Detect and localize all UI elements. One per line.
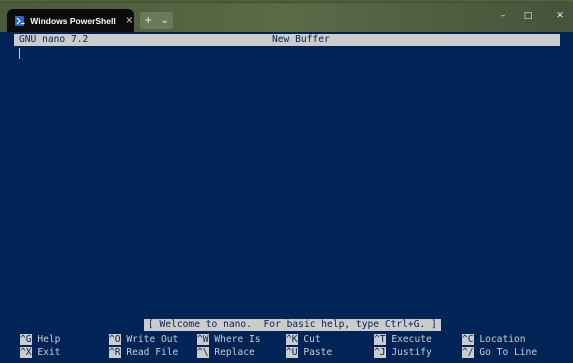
shortcut-read-file[interactable]: ^R Read File bbox=[109, 347, 178, 359]
shortcut-cut[interactable]: ^K Cut bbox=[286, 334, 321, 346]
terminal-content[interactable]: GNU nano 7.2 New Buffer [ Welcome to nan… bbox=[14, 34, 560, 363]
tab-title: Windows PowerShell bbox=[30, 15, 116, 26]
shortcut-paste[interactable]: ^U Paste bbox=[286, 347, 332, 359]
nano-version: GNU nano 7.2 bbox=[19, 34, 89, 45]
shortcut-help[interactable]: ^G Help bbox=[20, 334, 60, 346]
maximize-button[interactable]: □ bbox=[518, 11, 538, 21]
shortcut-justify[interactable]: ^J Justify bbox=[374, 347, 432, 359]
new-tab-controls: + ⌄ bbox=[140, 12, 173, 29]
new-tab-button[interactable]: + bbox=[144, 15, 152, 26]
shortcut-go-to-line[interactable]: ^/ Go To Line bbox=[462, 347, 537, 359]
chevron-down-icon[interactable]: ⌄ bbox=[161, 15, 169, 26]
terminal-window: Windows PowerShell × + ⌄ – □ ✕ GNU nano … bbox=[0, 3, 573, 363]
text-cursor bbox=[19, 48, 20, 59]
buffer-name: New Buffer bbox=[272, 34, 330, 45]
shortcut-where-is[interactable]: ^W Where Is bbox=[197, 334, 261, 346]
shortcut-exit[interactable]: ^X Exit bbox=[20, 347, 60, 359]
tab-close-icon[interactable]: × bbox=[125, 15, 134, 26]
status-message: [ Welcome to nano. For basic help, type … bbox=[144, 319, 441, 331]
title-bar[interactable]: Windows PowerShell × + ⌄ – □ ✕ bbox=[0, 3, 573, 32]
shortcut-execute[interactable]: ^T Execute bbox=[374, 334, 432, 346]
close-window-button[interactable]: ✕ bbox=[550, 11, 570, 21]
shortcut-location[interactable]: ^C Location bbox=[462, 334, 526, 346]
powershell-icon bbox=[15, 15, 25, 26]
tab-windows-powershell[interactable]: Windows PowerShell × bbox=[7, 9, 134, 32]
shortcut-bar: ^G Help ^O Write Out ^W Where Is ^K Cut … bbox=[20, 334, 560, 360]
shortcut-write-out[interactable]: ^O Write Out bbox=[109, 334, 178, 346]
minimize-button[interactable]: – bbox=[493, 11, 513, 21]
shortcut-replace[interactable]: ^\ Replace bbox=[197, 347, 255, 359]
nano-title-bar: GNU nano 7.2 New Buffer bbox=[14, 34, 560, 46]
